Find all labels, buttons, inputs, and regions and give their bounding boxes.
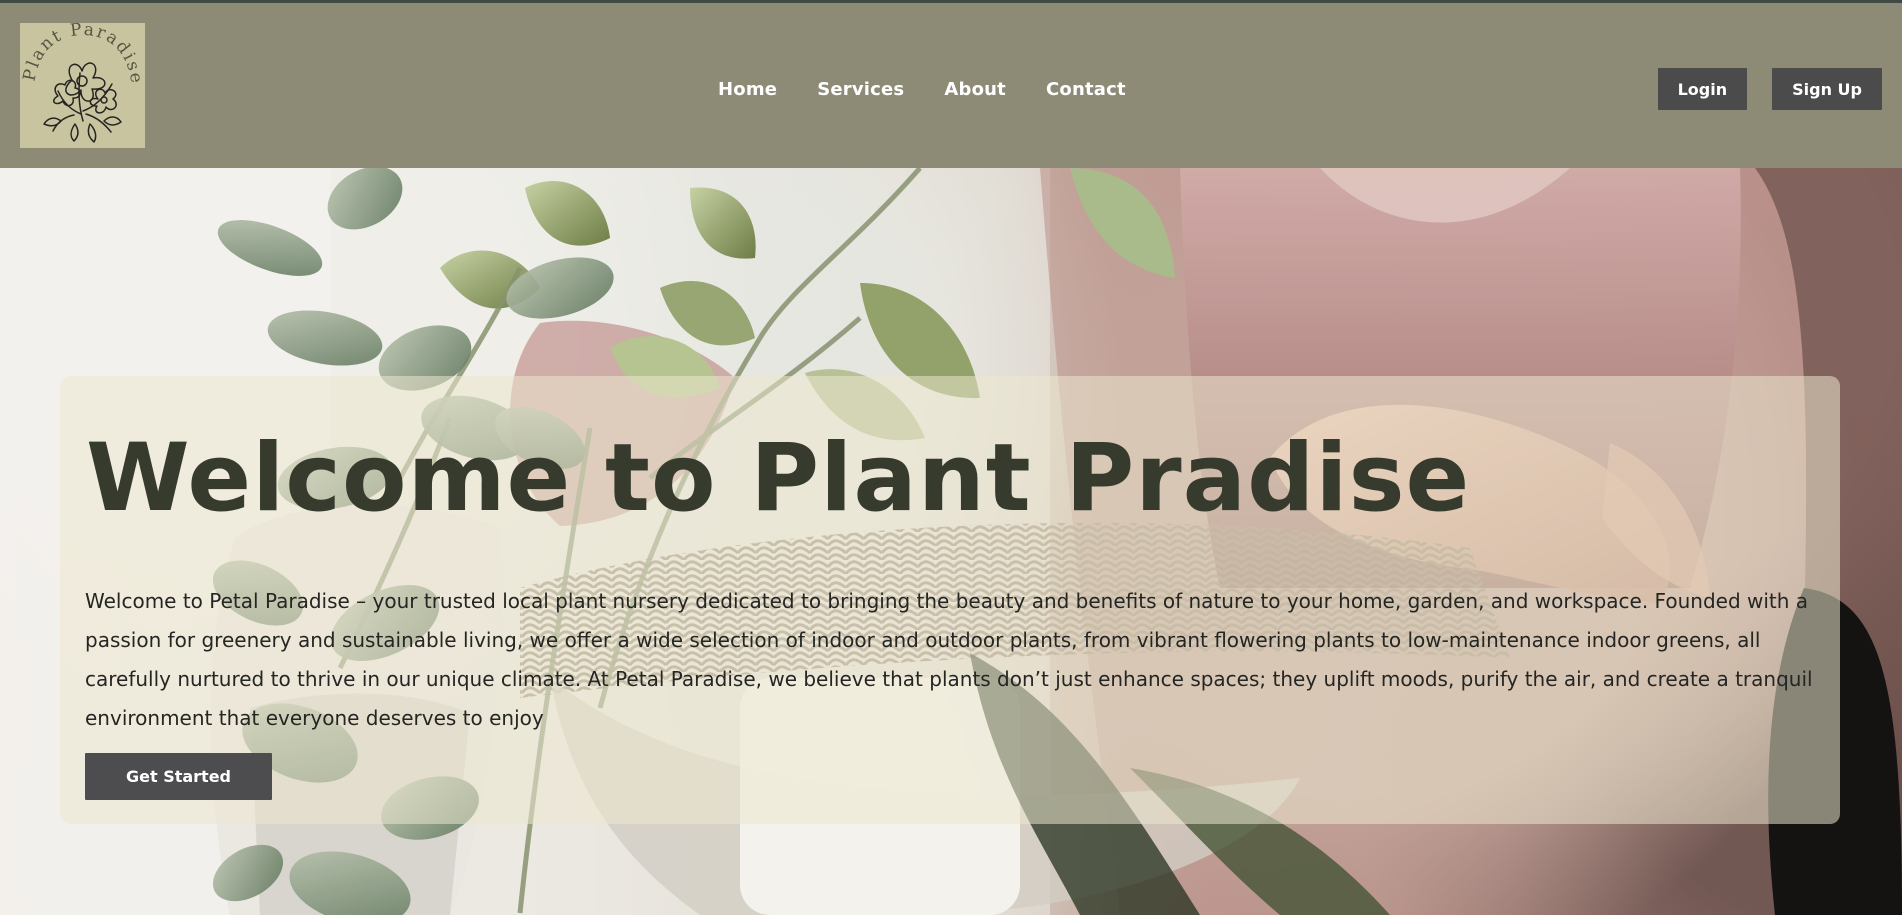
hero-description: Welcome to Petal Paradise – your trusted… xyxy=(85,589,1813,730)
top-border xyxy=(0,0,1902,3)
get-started-button[interactable]: Get Started xyxy=(85,753,272,800)
login-button[interactable]: Login xyxy=(1657,68,1748,110)
main-navigation: Home Services About Contact xyxy=(718,75,1126,105)
nav-services[interactable]: Services xyxy=(817,81,904,99)
nav-contact[interactable]: Contact xyxy=(1046,81,1126,99)
auth-actions: Login Sign Up xyxy=(1657,68,1882,110)
page: Plant Paradise Home Services About Conta… xyxy=(0,0,1902,915)
nav-about[interactable]: About xyxy=(944,81,1006,99)
site-header: Plant Paradise Home Services About Conta… xyxy=(0,3,1902,168)
hero-title: Welcome to Plant Pradise xyxy=(86,424,1471,533)
signup-button[interactable]: Sign Up xyxy=(1772,68,1882,110)
nav-home[interactable]: Home xyxy=(718,81,777,99)
flower-icon: Plant Paradise xyxy=(20,23,145,143)
brand-logo[interactable]: Plant Paradise xyxy=(20,23,145,148)
